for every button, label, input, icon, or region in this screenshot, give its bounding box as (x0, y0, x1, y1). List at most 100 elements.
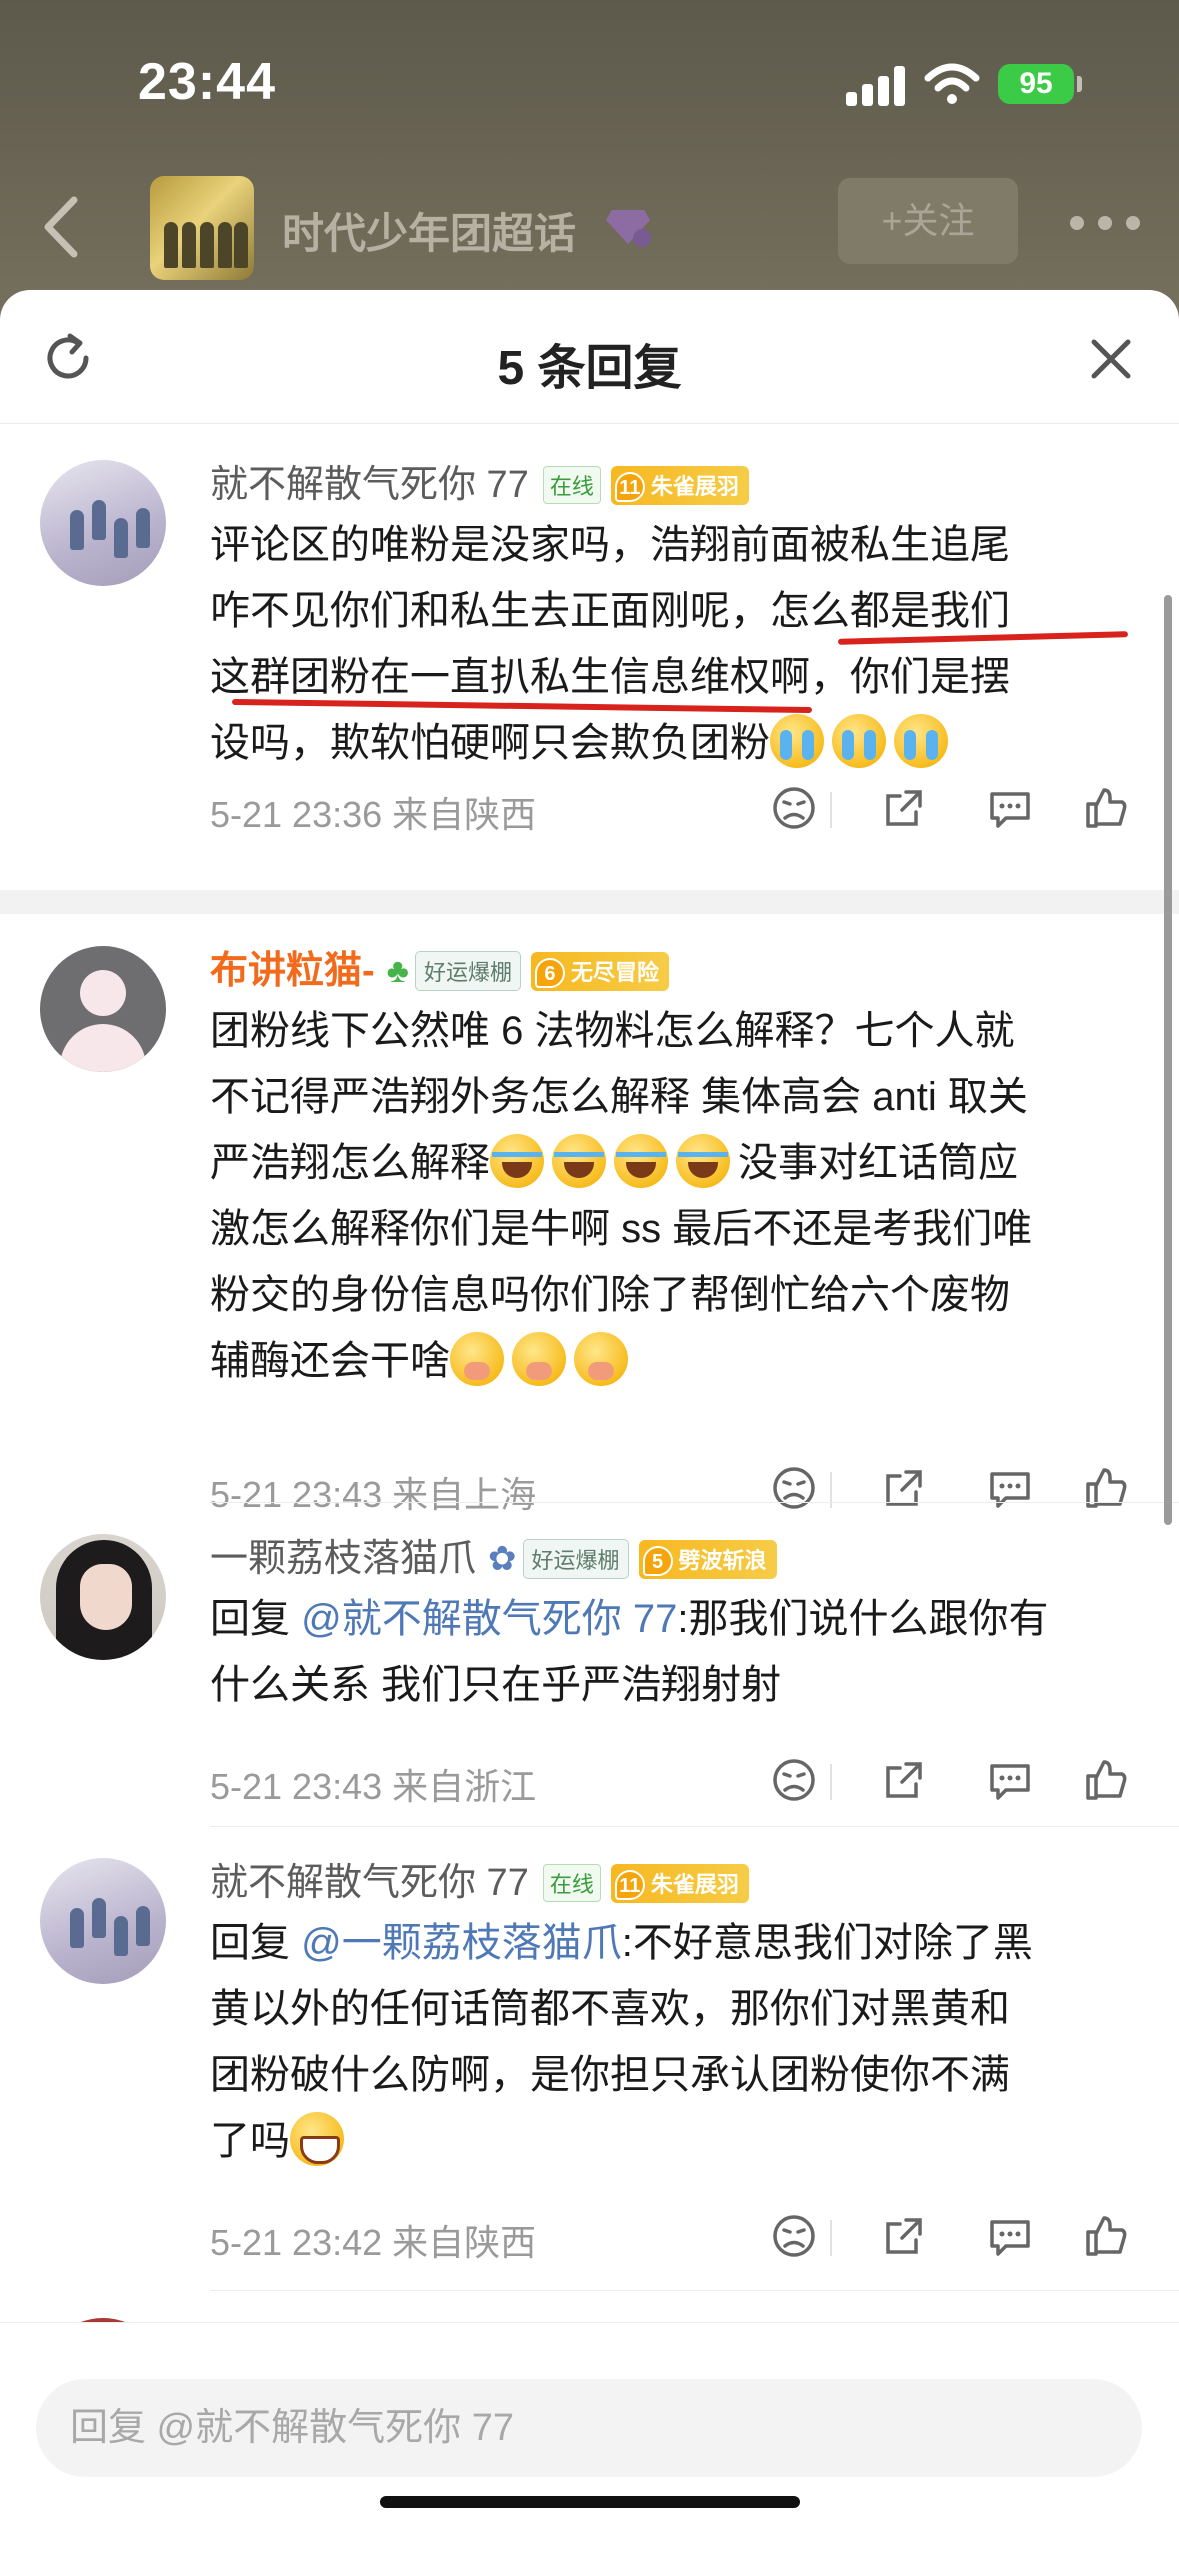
comment-meta: 就不解散气死你 77 在线 11 朱雀展羽 (210, 460, 749, 510)
mention-link[interactable]: @就不解散气死你 77 (301, 1597, 677, 1641)
sheet-header: 5 条回复 (0, 290, 1179, 424)
crying-emoji-icon (894, 714, 948, 768)
comment-line: 黄以外的任何话筒都不喜欢，那你们对黑黄和 (210, 1987, 1010, 2031)
battery-cap (1077, 76, 1082, 92)
level-number: 11 (614, 1869, 645, 1900)
topic-title[interactable]: 时代少年团超话 (282, 200, 576, 261)
comment-meta: 就不解散气死你 77 在线 11 朱雀展羽 (210, 1858, 749, 1908)
clover-icon: ✿ (488, 1540, 517, 1578)
level-badge[interactable]: 11 朱雀展羽 (610, 465, 749, 505)
avatar[interactable] (40, 1858, 166, 1984)
share-icon[interactable] (880, 1464, 928, 1512)
grinning-emoji-icon (290, 2112, 344, 2166)
reply-input[interactable]: 回复 @就不解散气死你 77 (36, 2379, 1142, 2477)
comment-separator (210, 1826, 1179, 1827)
comment-line: 评论区的唯粉是没家吗，浩翔前面被私生追尾 (210, 523, 1010, 567)
comment-footer: 5-21 23:36 来自陕西 (210, 778, 1130, 838)
username[interactable]: 布讲粒猫- (210, 946, 375, 996)
shy-emoji-icon (574, 1332, 628, 1386)
comment-meta: 布讲粒猫- ♣ 好运爆棚 6 无尽冒险 (210, 946, 669, 996)
comment-line: 什么关系 我们只在乎严浩翔射射 (210, 1663, 782, 1707)
comment-icon[interactable] (986, 1756, 1034, 1804)
username[interactable]: 就不解散气死你 77 (210, 460, 529, 510)
comment-text: 团粉线下公然唯 6 法物料怎么解释？七个人就 不记得严浩翔外务怎么解释 集体高会… (210, 998, 1130, 1394)
username[interactable]: 就不解散气死你 77 (210, 1858, 529, 1908)
username[interactable]: 一颗荔枝落猫爪 (210, 1534, 476, 1584)
comment-meta: 一颗荔枝落猫爪 ✿ 好运爆棚 5 劈波斩浪 (210, 1534, 777, 1584)
action-separator (830, 792, 832, 828)
background-page: 23:44 95 时代少年团超话 +关注 (0, 0, 1179, 320)
comment-line-text: 严浩翔怎么解释 (210, 1141, 490, 1185)
level-number: 5 (642, 1545, 673, 1576)
comment-actions (730, 778, 1130, 838)
follow-button[interactable]: +关注 (838, 178, 1018, 264)
dislike-icon[interactable] (770, 2212, 818, 2260)
mention-link[interactable]: @一颗荔枝落猫爪 (301, 1921, 622, 1965)
share-icon[interactable] (880, 2212, 928, 2260)
comment-line: 设吗，欺软怕硬啊只会欺负团粉 (210, 710, 1130, 776)
laughing-emoji-icon (676, 1134, 730, 1188)
gem-icon (606, 210, 651, 247)
wifi-icon (924, 63, 980, 104)
comment-actions (730, 1458, 1130, 1518)
reply-prefix: 回复 (210, 1597, 290, 1641)
laughing-emoji-icon (552, 1134, 606, 1188)
clover-icon: ♣ (386, 952, 409, 990)
level-badge[interactable]: 6 无尽冒险 (530, 951, 669, 991)
comment-line: 辅酶还会干啥 (210, 1328, 1130, 1394)
comment-icon[interactable] (986, 784, 1034, 832)
comment-footer: 5-21 23:43 来自上海 (210, 1458, 1130, 1518)
avatar[interactable] (40, 460, 166, 586)
comment-line: 激怎么解释你们是牛啊 ss 最后不还是考我们唯 (210, 1207, 1033, 1251)
comment-actions (730, 2206, 1130, 2266)
like-icon[interactable] (1082, 1464, 1130, 1512)
comment-line: 不记得严浩翔外务怎么解释 集体高会 anti 取关 (210, 1075, 1028, 1119)
level-number: 6 (534, 957, 565, 988)
section-divider (0, 890, 1179, 914)
comment-footer: 5-21 23:42 来自陕西 (210, 2206, 1130, 2266)
comment-separator (210, 1502, 1179, 1503)
laughing-emoji-icon (490, 1134, 544, 1188)
comment-date: 5-21 23:42 来自陕西 (210, 2222, 537, 2263)
share-icon[interactable] (880, 1756, 928, 1804)
comment-line-text: 了吗 (210, 2119, 290, 2163)
avatar[interactable] (40, 1534, 166, 1660)
comment-line: 粉交的身份信息吗你们除了帮倒忙给六个废物 (210, 1273, 1010, 1317)
avatar[interactable] (40, 946, 166, 1072)
topic-cover-image[interactable] (150, 176, 254, 280)
comment-line-text: 辅酶还会干啥 (210, 1339, 450, 1383)
like-icon[interactable] (1082, 1756, 1130, 1804)
comment-text: 回复 @就不解散气死你 77:那我们说什么跟你有 什么关系 我们只在乎严浩翔射射 (210, 1586, 1130, 1718)
comment-icon[interactable] (986, 2212, 1034, 2260)
comment-text: 回复 @一颗荔枝落猫爪:不好意思我们对除了黑 黄以外的任何话筒都不喜欢，那你们对… (210, 1910, 1130, 2174)
home-indicator[interactable] (380, 2496, 800, 2508)
level-badge[interactable]: 5 劈波斩浪 (638, 1539, 777, 1579)
crying-emoji-icon (832, 714, 886, 768)
sheet-title: 5 条回复 (497, 342, 682, 395)
online-badge: 在线 (542, 1864, 601, 1902)
back-icon[interactable] (30, 192, 90, 262)
shy-emoji-icon (450, 1332, 504, 1386)
dislike-icon[interactable] (770, 784, 818, 832)
comment-date: 5-21 23:43 来自浙江 (210, 1766, 537, 1807)
close-icon[interactable] (1088, 336, 1134, 382)
action-separator (830, 2220, 832, 2256)
scrollbar[interactable] (1164, 595, 1172, 1525)
comment-line: 团粉线下公然唯 6 法物料怎么解释？七个人就 (210, 1009, 1015, 1053)
dislike-icon[interactable] (770, 1464, 818, 1512)
more-icon[interactable] (1070, 212, 1140, 232)
comment-separator (210, 2290, 1179, 2291)
like-icon[interactable] (1082, 784, 1130, 832)
like-icon[interactable] (1082, 2212, 1130, 2260)
status-bar: 23:44 95 (0, 0, 1179, 170)
compose-area: 回复 @就不解散气死你 77 (0, 2322, 1179, 2556)
comment-icon[interactable] (986, 1464, 1034, 1512)
comment-line: 了吗 (210, 2108, 1130, 2174)
action-separator (830, 1764, 832, 1800)
level-title: 无尽冒险 (570, 959, 659, 985)
share-icon[interactable] (880, 784, 928, 832)
dislike-icon[interactable] (770, 1756, 818, 1804)
level-title: 朱雀展羽 (650, 1871, 739, 1897)
comment-date: 5-21 23:36 来自陕西 (210, 794, 537, 835)
level-badge[interactable]: 11 朱雀展羽 (610, 1863, 749, 1903)
